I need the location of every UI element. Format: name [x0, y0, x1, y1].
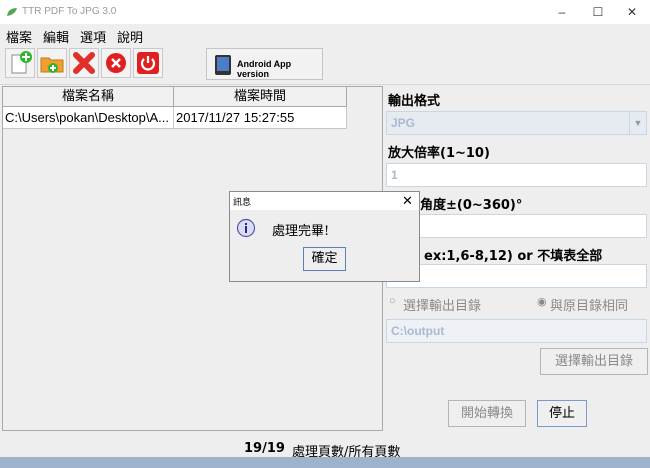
new-file-button[interactable] — [5, 48, 35, 78]
android-app-button[interactable]: Android App version — [206, 48, 323, 80]
phone-icon — [215, 55, 231, 75]
column-header-filename[interactable]: 檔案名稱 — [3, 87, 174, 107]
rotate-input[interactable] — [386, 214, 647, 238]
cancel-circle-icon — [106, 53, 126, 73]
radio-same-dir-label: 與原目錄相同 — [550, 299, 629, 314]
table-cell-filetime[interactable]: 2017/11/27 15:27:55 — [174, 107, 347, 129]
table-cell-filename[interactable]: C:\Users\pokan\Desktop\A... — [3, 107, 174, 129]
radio-same-dir[interactable]: ◉ — [537, 295, 547, 308]
power-icon — [137, 52, 159, 74]
output-dir-input[interactable]: C:\output — [386, 319, 647, 343]
android-app-label: Android App version — [237, 59, 292, 79]
clear-button[interactable] — [101, 48, 131, 78]
output-format-value: JPG — [391, 116, 416, 130]
new-file-icon — [11, 51, 32, 74]
app-leaf-icon — [7, 8, 17, 16]
chevron-down-icon[interactable]: ▼ — [629, 112, 646, 134]
progress-bar — [0, 457, 650, 468]
message-dialog: 訊息 ✕ 處理完畢! 確定 — [229, 191, 420, 282]
dialog-title-bar: 訊息 ✕ — [230, 192, 419, 210]
page-count: 19/19 — [244, 441, 285, 456]
column-header-filetime[interactable]: 檔案時間 — [174, 87, 347, 107]
minimize-icon[interactable]: – — [544, 0, 580, 24]
red-x-icon — [73, 52, 95, 74]
output-format-label: 輸出格式 — [388, 94, 441, 109]
dialog-ok-button[interactable]: 確定 — [303, 247, 346, 271]
radio-choose-dir-label: 選擇輸出目錄 — [403, 299, 482, 314]
radio-choose-dir[interactable]: ○ — [389, 295, 396, 307]
pages-label: ex:1,6-8,12) or 不填表全部 — [424, 249, 603, 264]
pages-input[interactable] — [386, 264, 647, 288]
start-convert-button[interactable]: 開始轉換 — [448, 400, 526, 427]
dialog-close-icon[interactable]: ✕ — [402, 193, 413, 209]
exit-button[interactable] — [133, 48, 163, 78]
zoom-input[interactable]: 1 — [386, 163, 647, 187]
add-folder-button[interactable] — [37, 48, 67, 78]
remove-button[interactable] — [69, 48, 99, 78]
close-window-icon[interactable]: ✕ — [614, 0, 650, 24]
stop-button[interactable]: 停止 — [537, 400, 587, 427]
folder-add-icon — [40, 57, 64, 73]
dialog-title: 訊息 — [233, 198, 252, 208]
zoom-label: 放大倍率(1~10) — [388, 146, 490, 161]
maximize-icon[interactable]: ☐ — [580, 0, 616, 24]
window-title: TTR PDF To JPG 3.0 — [22, 6, 117, 17]
output-format-select[interactable]: JPG ▼ — [386, 111, 647, 135]
info-icon — [236, 218, 256, 238]
title-bar: TTR PDF To JPG 3.0 – ☐ ✕ — [0, 0, 650, 24]
choose-output-dir-button[interactable]: 選擇輸出目錄 — [540, 348, 648, 375]
rotate-label: 角度±(0~360)° — [420, 198, 523, 213]
dialog-message: 處理完畢! — [272, 224, 330, 239]
